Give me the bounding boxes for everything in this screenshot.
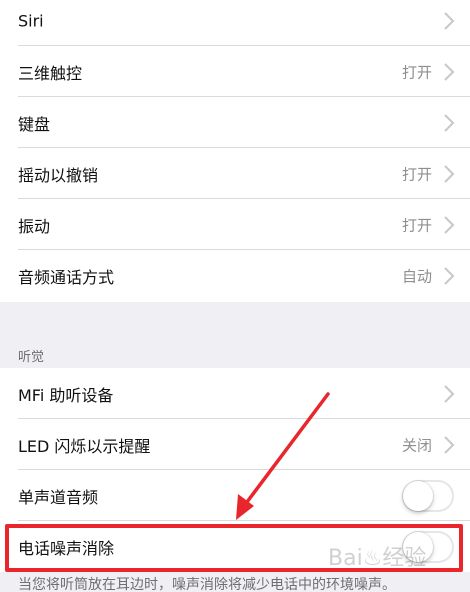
row-shake-to-undo-value: 打开 [401,165,432,183]
row-3d-touch-label: 三维触控 [18,63,83,83]
row-call-audio-routing[interactable]: 音频通话方式 自动 [0,250,470,302]
settings-group-general: Siri 三维触控 打开 键盘 摇动以撤销 打开 振动 打开 音频通话方式 自动 [0,0,470,302]
chevron-right-icon [444,62,455,81]
row-led-flash-alerts-value: 关闭 [401,436,432,454]
row-shake-to-undo[interactable]: 摇动以撤销 打开 [0,148,470,199]
row-3d-touch[interactable]: 三维触控 打开 [0,46,470,97]
chevron-right-icon [444,435,455,454]
row-keyboard-label: 键盘 [18,114,51,134]
section-header-hearing: 听觉 [18,350,45,365]
settings-group-hearing: MFi 助听设备 LED 闪烁以示提醒 关闭 单声道音频 电话噪声消除 [0,368,470,572]
row-vibration-value: 打开 [401,216,432,234]
chevron-right-icon [444,164,455,183]
row-mono-audio: 单声道音频 [0,470,470,521]
row-mono-audio-label: 单声道音频 [18,487,99,507]
row-mfi-hearing-devices[interactable]: MFi 助听设备 [0,368,470,419]
chevron-right-icon [444,11,455,30]
row-led-flash-alerts-label: LED 闪烁以示提醒 [18,436,151,456]
mono-audio-toggle[interactable] [402,479,454,512]
chevron-right-icon [444,384,455,403]
toggle-knob [403,480,433,511]
row-siri[interactable]: Siri [0,0,470,46]
chevron-right-icon [444,215,455,234]
row-vibration[interactable]: 振动 打开 [0,199,470,250]
row-vibration-label: 振动 [18,216,51,236]
row-call-audio-routing-value: 自动 [401,267,432,286]
row-keyboard[interactable]: 键盘 [0,97,470,148]
toggle-knob [403,531,433,562]
row-led-flash-alerts[interactable]: LED 闪烁以示提醒 关闭 [0,419,470,470]
row-shake-to-undo-label: 摇动以撤销 [18,165,99,185]
chevron-right-icon [444,113,455,132]
noise-cancellation-description: 当您将听筒放在耳边时，噪声消除将减少电话中的环境噪声。 [18,577,396,592]
row-phone-noise-cancellation: 电话噪声消除 [0,521,470,572]
chevron-right-icon [444,267,455,285]
phone-noise-cancellation-toggle[interactable] [402,530,454,563]
row-mfi-hearing-devices-label: MFi 助听设备 [18,385,114,405]
row-siri-label: Siri [18,11,44,30]
settings-screen: Siri 三维触控 打开 键盘 摇动以撤销 打开 振动 打开 音频通话方式 自动… [0,0,470,592]
row-3d-touch-value: 打开 [401,63,432,81]
row-call-audio-routing-label: 音频通话方式 [18,268,115,287]
row-phone-noise-cancellation-label: 电话噪声消除 [18,538,115,558]
